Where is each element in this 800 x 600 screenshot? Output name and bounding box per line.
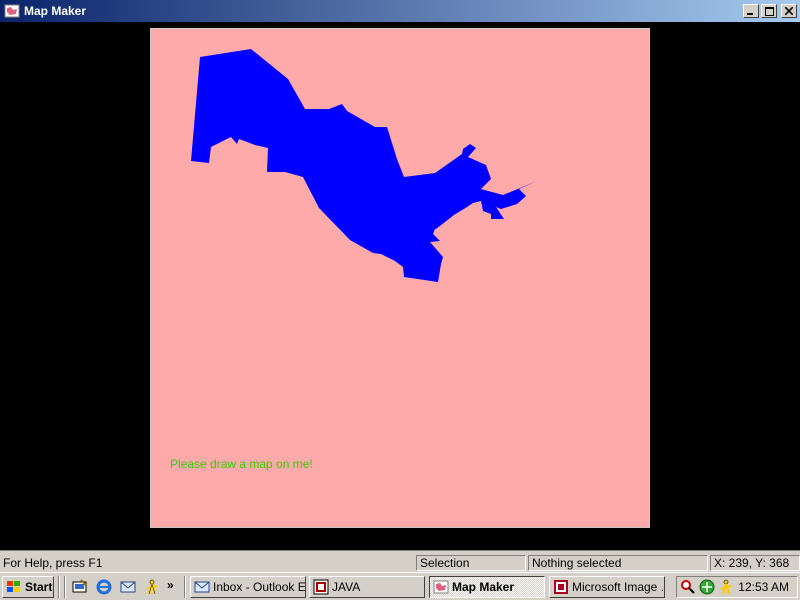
task-button-image-composer[interactable]: Microsoft Image ... [549,576,665,598]
canvas-hint: Please draw a map on me! [170,457,313,471]
window-title: Map Maker [24,4,87,18]
windows-logo-icon [7,581,20,592]
map-maker-app-icon [433,580,449,594]
task-button-label: JAVA [332,580,361,594]
status-bar: For Help, press F1 Selection Nothing sel… [0,554,800,572]
client-area: Please draw a map on me! [0,22,800,550]
quick-launch-chevron[interactable]: » [167,578,174,592]
aim-icon[interactable] [718,579,734,595]
map-drawing [191,49,537,282]
close-icon [785,7,793,15]
task-button-label: Map Maker [452,580,515,594]
taskbar-divider [58,576,60,598]
status-mode: Selection [416,555,526,571]
search-icon[interactable] [680,579,696,595]
task-button-map-maker[interactable]: Map Maker [429,576,545,598]
status-selection: Nothing selected [528,555,708,571]
status-coordinates: X: 239, Y: 368 [710,555,800,571]
close-button[interactable] [781,4,797,18]
image-composer-icon [554,580,568,594]
system-tray: 12:53 AM [676,576,798,598]
taskbar: Start » Inbox - Outlook E... JAVA Map Ma… [0,572,800,600]
task-button-java[interactable]: JAVA [309,576,425,598]
outlook-express-icon[interactable] [120,579,136,595]
start-button[interactable]: Start [2,576,54,598]
clock[interactable]: 12:53 AM [738,580,789,594]
taskbar-divider [184,576,186,598]
map-canvas[interactable]: Please draw a map on me! [150,28,650,528]
network-icon[interactable] [699,579,715,595]
taskbar-divider [64,576,66,598]
outlook-express-icon [194,581,210,593]
task-button-outlook[interactable]: Inbox - Outlook E... [190,576,306,598]
status-help: For Help, press F1 [3,556,103,570]
maximize-icon [764,6,774,16]
minimize-button[interactable] [743,4,759,18]
task-button-label: Inbox - Outlook E... [213,580,306,594]
java-icon [313,579,329,595]
task-button-label: Microsoft Image ... [572,580,665,594]
window-title-bar[interactable]: Map Maker [0,0,800,22]
maximize-button[interactable] [761,4,777,18]
internet-explorer-icon[interactable] [96,579,112,595]
minimize-icon [747,13,753,15]
map-maker-app-icon[interactable] [4,3,20,19]
map-shape[interactable] [191,49,537,282]
aim-icon[interactable] [144,579,160,595]
start-label: Start [25,580,53,594]
show-desktop-icon[interactable] [72,579,88,595]
